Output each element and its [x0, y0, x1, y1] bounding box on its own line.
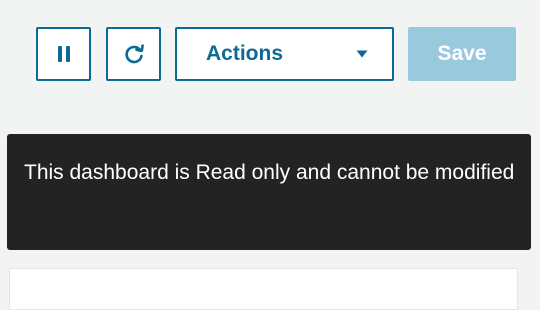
actions-label: Actions — [206, 42, 284, 65]
tooltip-text: This dashboard is Read only and cannot b… — [24, 161, 515, 184]
refresh-button[interactable] — [106, 27, 161, 81]
dashboard-panel — [9, 268, 518, 310]
dashboard-toolbar: Actions Save — [36, 27, 516, 81]
caret-down-icon — [356, 50, 368, 58]
refresh-icon — [123, 43, 145, 65]
actions-dropdown[interactable]: Actions — [175, 27, 394, 81]
pause-button[interactable] — [36, 27, 91, 81]
save-button[interactable]: Save — [408, 27, 516, 81]
read-only-tooltip: This dashboard is Read only and cannot b… — [7, 134, 531, 250]
pause-icon — [56, 45, 72, 63]
